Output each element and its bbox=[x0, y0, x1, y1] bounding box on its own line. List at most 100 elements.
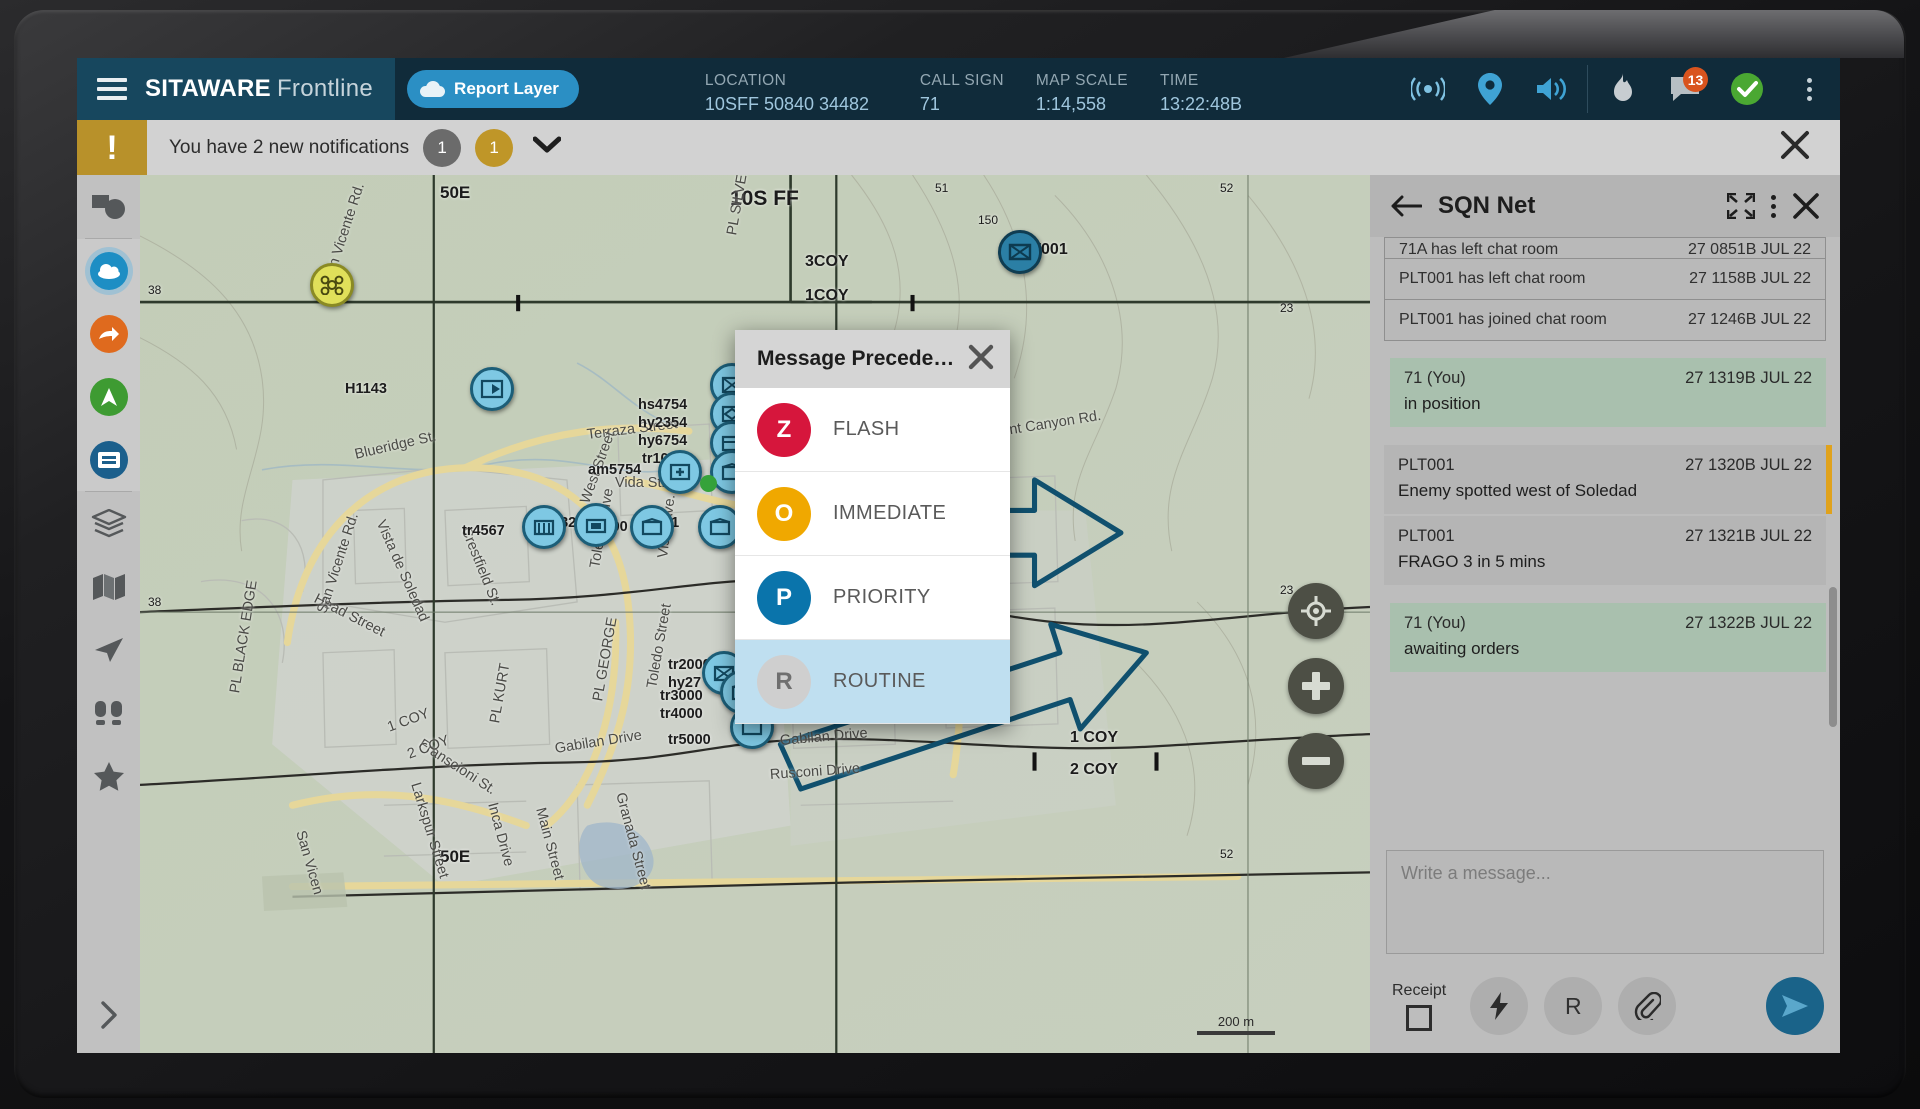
chevron-down-icon[interactable] bbox=[532, 136, 562, 159]
status-field-map-scale: MAP SCALE 1:14,558 bbox=[1020, 72, 1144, 115]
sidebar-item-cloud[interactable] bbox=[77, 239, 140, 302]
map-marker-friendly-dot[interactable] bbox=[700, 475, 717, 492]
message-input[interactable] bbox=[1386, 850, 1824, 954]
close-dialog-icon[interactable] bbox=[968, 344, 994, 375]
message-composer: Receipt R bbox=[1370, 836, 1840, 1053]
sidebar-item-layers[interactable] bbox=[77, 492, 140, 555]
close-notification-icon[interactable] bbox=[1780, 130, 1810, 165]
cloud-icon bbox=[89, 251, 128, 290]
map-grid-tick-51: 51 bbox=[935, 181, 949, 195]
scalebar-line bbox=[1197, 1031, 1275, 1035]
report-layer-button[interactable]: Report Layer bbox=[407, 70, 579, 108]
map-grid-tick-52t: 52 bbox=[1220, 181, 1234, 195]
broadcast-icon[interactable] bbox=[1397, 58, 1459, 120]
back-arrow-icon[interactable] bbox=[1390, 194, 1422, 218]
precedence-option-immediate[interactable]: O IMMEDIATE bbox=[735, 472, 1010, 556]
precedence-flash-button[interactable] bbox=[1470, 977, 1529, 1035]
map-marker-plt001[interactable] bbox=[998, 230, 1042, 274]
send-message-button[interactable] bbox=[1766, 977, 1824, 1035]
sidebar-item-reports[interactable] bbox=[77, 175, 140, 238]
dialog-header: Message Precede… bbox=[735, 330, 1010, 388]
precedence-routine-button[interactable]: R bbox=[1544, 977, 1603, 1035]
form-card-icon bbox=[89, 440, 128, 479]
chat-message[interactable]: 71 (You) 27 1322B JUL 22 awaiting orders bbox=[1390, 603, 1826, 672]
zoom-out-button[interactable] bbox=[1288, 733, 1344, 789]
map-track-label: tr4000 bbox=[660, 706, 703, 722]
precedence-label-flash: FLASH bbox=[833, 418, 900, 440]
map-marker-h1143[interactable] bbox=[470, 367, 514, 411]
chat-message[interactable]: 71 (You) 27 1319B JUL 22 in position bbox=[1390, 358, 1826, 427]
chat-room-title: SQN Net bbox=[1438, 192, 1536, 219]
map-marker-am5754[interactable] bbox=[658, 450, 702, 494]
map-pin-icon[interactable] bbox=[1459, 58, 1521, 120]
composer-action-bar: Receipt R bbox=[1386, 977, 1824, 1035]
map-unit-label-3coy: 3COY bbox=[805, 253, 849, 270]
call-sign-label: CALL SIGN bbox=[919, 71, 1004, 89]
map-marker-tr4567[interactable] bbox=[522, 505, 566, 549]
sidebar-item-maps[interactable] bbox=[77, 555, 140, 618]
sidebar-item-favorites[interactable] bbox=[77, 744, 140, 807]
message-text: Enemy spotted west of Soledad bbox=[1398, 481, 1638, 500]
message-time: 27 1319B JUL 22 bbox=[1685, 369, 1812, 387]
precedence-option-routine[interactable]: R ROUTINE bbox=[735, 640, 1010, 724]
receipt-checkbox[interactable] bbox=[1406, 1004, 1433, 1031]
location-value: 10SFF 50840 34482 bbox=[704, 93, 870, 114]
notification-text: You have 2 new notifications bbox=[169, 136, 410, 158]
map-boundary-label-1coy: 1 COY bbox=[1070, 729, 1119, 746]
sidebar-item-tracks[interactable] bbox=[77, 681, 140, 744]
precedence-code-r: R bbox=[757, 654, 811, 709]
chat-system-row: PLT001 has joined chat room 27 1246B JUL… bbox=[1384, 299, 1826, 341]
map-track-label: am5754 bbox=[588, 462, 642, 478]
chat-bubble-icon[interactable]: 13 bbox=[1654, 58, 1716, 120]
system-row-time: 27 1158B JUL 22 bbox=[1689, 270, 1811, 287]
chat-message-list[interactable]: 71A has left chat room 27 0851B JUL 22 P… bbox=[1370, 237, 1840, 836]
receipt-toggle[interactable]: Receipt bbox=[1392, 982, 1446, 1031]
chat-message[interactable]: PLT001 27 1321B JUL 22 FRAGO 3 in 5 mins bbox=[1384, 516, 1826, 585]
map-grid-tick-23t: 23 bbox=[1280, 301, 1294, 315]
overflow-menu-icon[interactable] bbox=[1771, 194, 1776, 218]
check-circle-icon[interactable] bbox=[1716, 58, 1778, 120]
chat-message[interactable]: PLT001 27 1320B JUL 22 Enemy spotted wes… bbox=[1384, 445, 1832, 514]
system-row-time: 27 1246B JUL 22 bbox=[1687, 311, 1811, 328]
map-scale-label: MAP SCALE bbox=[1035, 71, 1128, 89]
map-boundary-label-2coy: 2 COY bbox=[1070, 761, 1119, 778]
precedence-option-priority[interactable]: P PRIORITY bbox=[735, 556, 1010, 640]
system-row-text: 71A has left chat room bbox=[1399, 241, 1559, 258]
map-track-label: hs4754 bbox=[638, 397, 688, 413]
precedence-option-flash[interactable]: Z FLASH bbox=[735, 388, 1010, 472]
map-grid-tick-52b: 52 bbox=[1220, 847, 1234, 861]
warning-icon: ! bbox=[77, 120, 147, 175]
map-viewport[interactable]: 50E 10S FF 3COY 1COY 50E 51 52 52 150 38… bbox=[140, 175, 1370, 1053]
map-track-label: H1143 bbox=[345, 381, 387, 397]
close-panel-icon[interactable] bbox=[1792, 192, 1820, 220]
message-time: 27 1321B JUL 22 bbox=[1685, 527, 1812, 545]
overflow-menu-icon[interactable] bbox=[1778, 58, 1840, 120]
chat-panel: SQN Net 71A has left chat room 27 0851B … bbox=[1370, 175, 1840, 1053]
message-text: in position bbox=[1404, 394, 1481, 413]
speaker-icon[interactable] bbox=[1521, 58, 1583, 120]
hamburger-menu-icon[interactable] bbox=[97, 78, 127, 100]
attach-file-button[interactable] bbox=[1618, 977, 1677, 1035]
center-on-location-button[interactable] bbox=[1288, 583, 1344, 639]
sidebar-item-route[interactable] bbox=[77, 618, 140, 681]
notification-count-grey[interactable]: 1 bbox=[423, 128, 462, 167]
map-scale-value: 1:14,558 bbox=[1035, 93, 1106, 114]
expand-fullscreen-icon[interactable] bbox=[1727, 193, 1755, 219]
sidebar-item-share[interactable] bbox=[77, 302, 140, 365]
system-row-time: 27 0851B JUL 22 bbox=[1687, 241, 1811, 258]
notification-count-gold[interactable]: 1 bbox=[475, 128, 514, 167]
map-marker-hazard[interactable] bbox=[310, 263, 354, 307]
application-screen: SITAWARE Frontline Report Layer LOCATION … bbox=[77, 58, 1840, 1053]
time-value: 13:22:48B bbox=[1159, 93, 1243, 114]
chat-scrollbar[interactable] bbox=[1829, 587, 1837, 727]
precedence-label-priority: PRIORITY bbox=[833, 586, 931, 608]
expand-sidebar-button[interactable] bbox=[77, 987, 140, 1043]
tablet-device-frame: SITAWARE Frontline Report Layer LOCATION … bbox=[0, 0, 1920, 1109]
map-marker-632[interactable] bbox=[574, 503, 618, 547]
map-marker-tr7000[interactable] bbox=[630, 505, 674, 549]
zoom-in-button[interactable] bbox=[1288, 658, 1344, 714]
flame-icon[interactable] bbox=[1592, 58, 1654, 120]
sidebar-item-navigate[interactable] bbox=[77, 365, 140, 428]
brand-block: SITAWARE Frontline bbox=[77, 58, 396, 120]
sidebar-item-forms[interactable] bbox=[77, 428, 140, 491]
